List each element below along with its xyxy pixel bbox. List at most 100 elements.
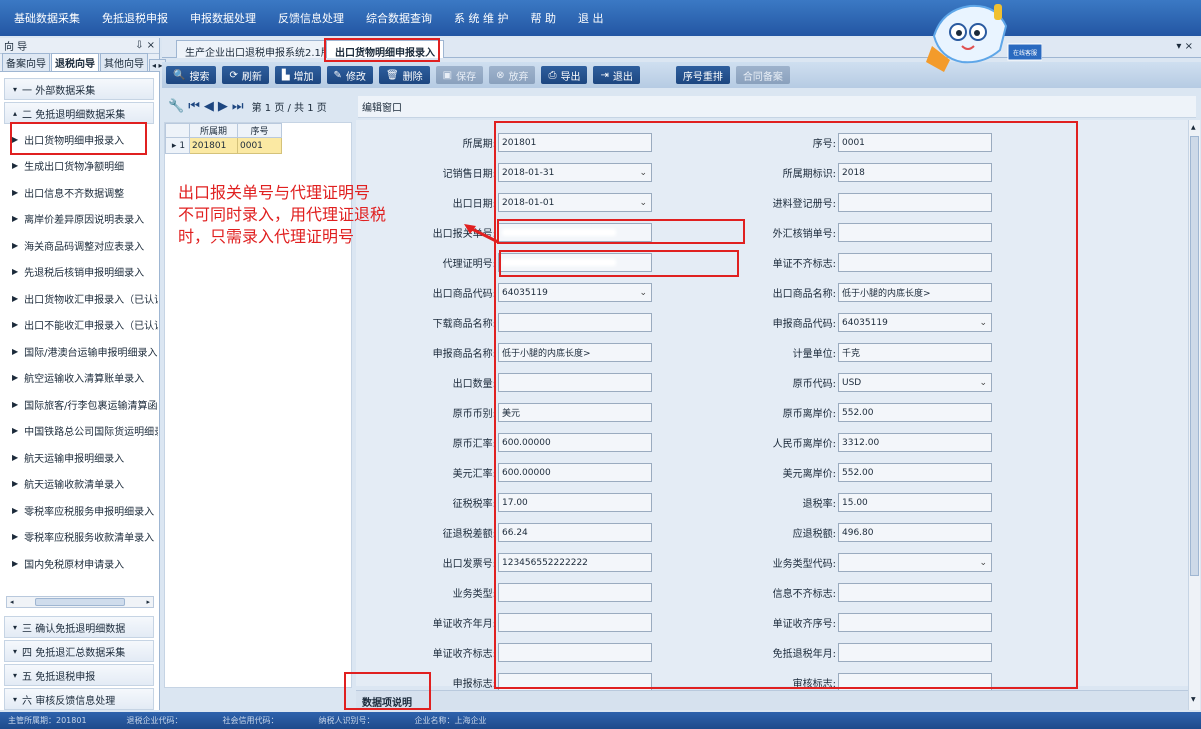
- toolbar-button-9[interactable]: 序号重排: [675, 66, 730, 84]
- scroll-down-icon[interactable]: ▼: [1191, 696, 1196, 703]
- status-item-2: 社会信用代码：: [222, 716, 279, 725]
- nav-bullet-icon: ▶: [12, 426, 19, 436]
- tree-horizontal-scrollbar[interactable]: ◂ ▸: [6, 596, 154, 608]
- nav-item-label: 国际旅客/行李包裹运输清算函: [24, 400, 158, 412]
- tree-group-0[interactable]: ▾ 一 外部数据采集: [4, 78, 154, 100]
- field-label: 征退税差额:: [442, 529, 496, 540]
- expand-toggle-icon[interactable]: ▾: [13, 671, 17, 680]
- toolbar-button-6[interactable]: ⊗ 放弃: [489, 66, 536, 84]
- toolbar-button-label: 退出: [612, 71, 633, 83]
- nav-item-label: 航天运输收款清单录入: [24, 480, 125, 492]
- menu-item-5[interactable]: 系 统 维 护: [454, 10, 509, 26]
- toolbar-button-5[interactable]: ▣ 保存: [435, 66, 484, 84]
- tab-system-home[interactable]: 生产企业出口退税申报系统2.1版: [176, 40, 340, 59]
- expand-toggle-icon[interactable]: ▾: [13, 85, 17, 94]
- nav-item-16[interactable]: ▶ 国内免税原材申请录入: [0, 550, 158, 577]
- nav-bullet-icon: ▶: [12, 320, 19, 330]
- row-index: 1: [179, 140, 186, 151]
- panel-pin-close-icon[interactable]: ⇩ ×: [135, 40, 155, 51]
- status-item-1: 退税企业代码：: [126, 716, 183, 725]
- nav-item-12[interactable]: ▶ 航天运输申报明细录入: [0, 444, 158, 471]
- nav-item-10[interactable]: ▶ 国际旅客/行李包裹运输清算函: [0, 391, 158, 418]
- toolbar-icon: ▣: [442, 69, 453, 81]
- column-header-seq[interactable]: 序号: [237, 123, 282, 138]
- tab-filing-guide[interactable]: 备案向导: [2, 53, 50, 71]
- scroll-up-icon[interactable]: ▲: [1191, 124, 1196, 131]
- toolbar-button-8[interactable]: ⇥ 退出: [593, 66, 640, 84]
- menu-item-4[interactable]: 综合数据查询: [366, 10, 432, 26]
- tree-group-2[interactable]: ▾ 三 确认免抵退明细数据: [4, 616, 154, 638]
- nav-item-label: 中国铁路总公司国际货运明细录: [24, 427, 158, 439]
- tree-group-4[interactable]: ▾ 五 免抵退税申报: [4, 664, 154, 686]
- vertical-scroll-thumb[interactable]: [1190, 136, 1199, 576]
- prev-page-icon[interactable]: ◀: [204, 99, 214, 114]
- nav-item-label: 出口信息不齐数据调整: [24, 188, 125, 200]
- cell-seq[interactable]: 0001: [237, 137, 282, 154]
- tree-group-label: 二 免抵退明细数据采集: [22, 109, 126, 121]
- tree-group-3[interactable]: ▾ 四 免抵退汇总数据采集: [4, 640, 154, 662]
- menu-item-0[interactable]: 基础数据采集: [14, 10, 80, 26]
- menu-item-1[interactable]: 免抵退税申报: [102, 10, 168, 26]
- toolbar-icon: ⊗: [496, 69, 505, 81]
- close-tabs-icon[interactable]: ▾ ×: [1176, 41, 1193, 52]
- nav-item-15[interactable]: ▶ 零税率应税服务收款清单录入: [0, 524, 158, 551]
- menu-item-6[interactable]: 帮 助: [531, 10, 557, 26]
- toolbar-button-7[interactable]: ⎙ 导出: [541, 66, 588, 84]
- nav-item-8[interactable]: ▶ 国际/港澳台运输申报明细录入: [0, 338, 158, 365]
- nav-item-1[interactable]: ▶ 生成出口货物净额明细: [0, 153, 158, 180]
- nav-item-9[interactable]: ▶ 航空运输收入清算账单录入: [0, 365, 158, 392]
- first-page-icon[interactable]: ⏮: [188, 99, 200, 114]
- last-page-icon[interactable]: ⏭: [232, 99, 244, 114]
- expand-toggle-icon[interactable]: ▴: [13, 109, 17, 118]
- nav-item-6[interactable]: ▶ 出口货物收汇申报录入（已认证: [0, 285, 158, 312]
- form-vertical-scrollbar[interactable]: ▲ ▼: [1188, 120, 1200, 710]
- tab-refund-guide[interactable]: 退税向导: [51, 53, 99, 71]
- highlight-frame-description-tab: [344, 672, 431, 710]
- expand-toggle-icon[interactable]: ▾: [13, 623, 17, 632]
- nav-item-3[interactable]: ▶ 离岸价差异原因说明表录入: [0, 206, 158, 233]
- field-label: 出口日期:: [452, 199, 496, 210]
- tree-group-1[interactable]: ▴ 二 免抵退明细数据采集: [4, 102, 154, 124]
- tree-group-label: 六 审核反馈信息处理: [22, 695, 116, 707]
- red-annotation-note: 出口报关单号与代理证明号 不可同时录入，用代理证退税 时，只需录入代理证明号: [178, 182, 386, 248]
- menu-item-2[interactable]: 申报数据处理: [190, 10, 256, 26]
- toolbar-button-3[interactable]: ✎ 修改: [326, 66, 373, 84]
- tab-other-guide[interactable]: 其他向导: [100, 53, 148, 71]
- nav-item-label: 先退税后核销申报明细录入: [24, 268, 145, 280]
- cell-period[interactable]: 201801: [189, 137, 238, 154]
- expand-toggle-icon[interactable]: ▾: [13, 695, 17, 704]
- toolbar-button-1[interactable]: ⟳ 刷新: [222, 66, 269, 84]
- menu-item-7[interactable]: 退 出: [578, 10, 604, 26]
- scroll-thumb[interactable]: [35, 598, 125, 606]
- expand-toggle-icon[interactable]: ▾: [13, 647, 17, 656]
- menu-item-3[interactable]: 反馈信息处理: [278, 10, 344, 26]
- mascot-icon[interactable]: 在线客服: [922, 0, 1042, 72]
- toolbar-button-2[interactable]: ▙ 增加: [274, 66, 321, 84]
- field-label: 申报标志:: [452, 679, 496, 690]
- table-row[interactable]: ▸ 1 201801 0001: [165, 137, 282, 154]
- tree-group-5[interactable]: ▾ 六 审核反馈信息处理: [4, 688, 154, 710]
- annotation-line-3: 时，只需录入代理证明号: [178, 227, 355, 246]
- scroll-left-icon[interactable]: ◂: [10, 598, 14, 606]
- nav-item-2[interactable]: ▶ 出口信息不齐数据调整: [0, 179, 158, 206]
- toolbar-button-label: 刷新: [241, 71, 262, 83]
- scroll-right-icon[interactable]: ▸: [146, 598, 150, 606]
- toolbar-button-4[interactable]: 🗑 删除: [378, 66, 430, 84]
- toolbar-button-label: 序号重排: [682, 71, 723, 83]
- field-label: 出口发票号:: [442, 559, 496, 570]
- nav-item-label: 航天运输申报明细录入: [24, 453, 125, 465]
- wrench-icon[interactable]: 🔧: [168, 99, 184, 114]
- next-page-icon[interactable]: ▶: [218, 99, 228, 114]
- nav-item-13[interactable]: ▶ 航天运输收款清单录入: [0, 471, 158, 498]
- guide-panel-title: 向 导: [4, 42, 28, 53]
- nav-item-14[interactable]: ▶ 零税率应税服务申报明细录入: [0, 497, 158, 524]
- toolbar-button-label: 搜索: [189, 71, 210, 83]
- nav-item-7[interactable]: ▶ 出口不能收汇申报录入（已认证: [0, 312, 158, 339]
- toolbar-button-0[interactable]: 🔍 搜索: [166, 66, 217, 84]
- field-label: 所属期:: [462, 139, 496, 150]
- column-header-period[interactable]: 所属期: [189, 123, 238, 138]
- nav-item-4[interactable]: ▶ 海关商品码调整对应表录入: [0, 232, 158, 259]
- nav-item-5[interactable]: ▶ 先退税后核销申报明细录入: [0, 259, 158, 286]
- toolbar-button-10[interactable]: 合同备案: [735, 66, 790, 84]
- nav-item-11[interactable]: ▶ 中国铁路总公司国际货运明细录: [0, 418, 158, 445]
